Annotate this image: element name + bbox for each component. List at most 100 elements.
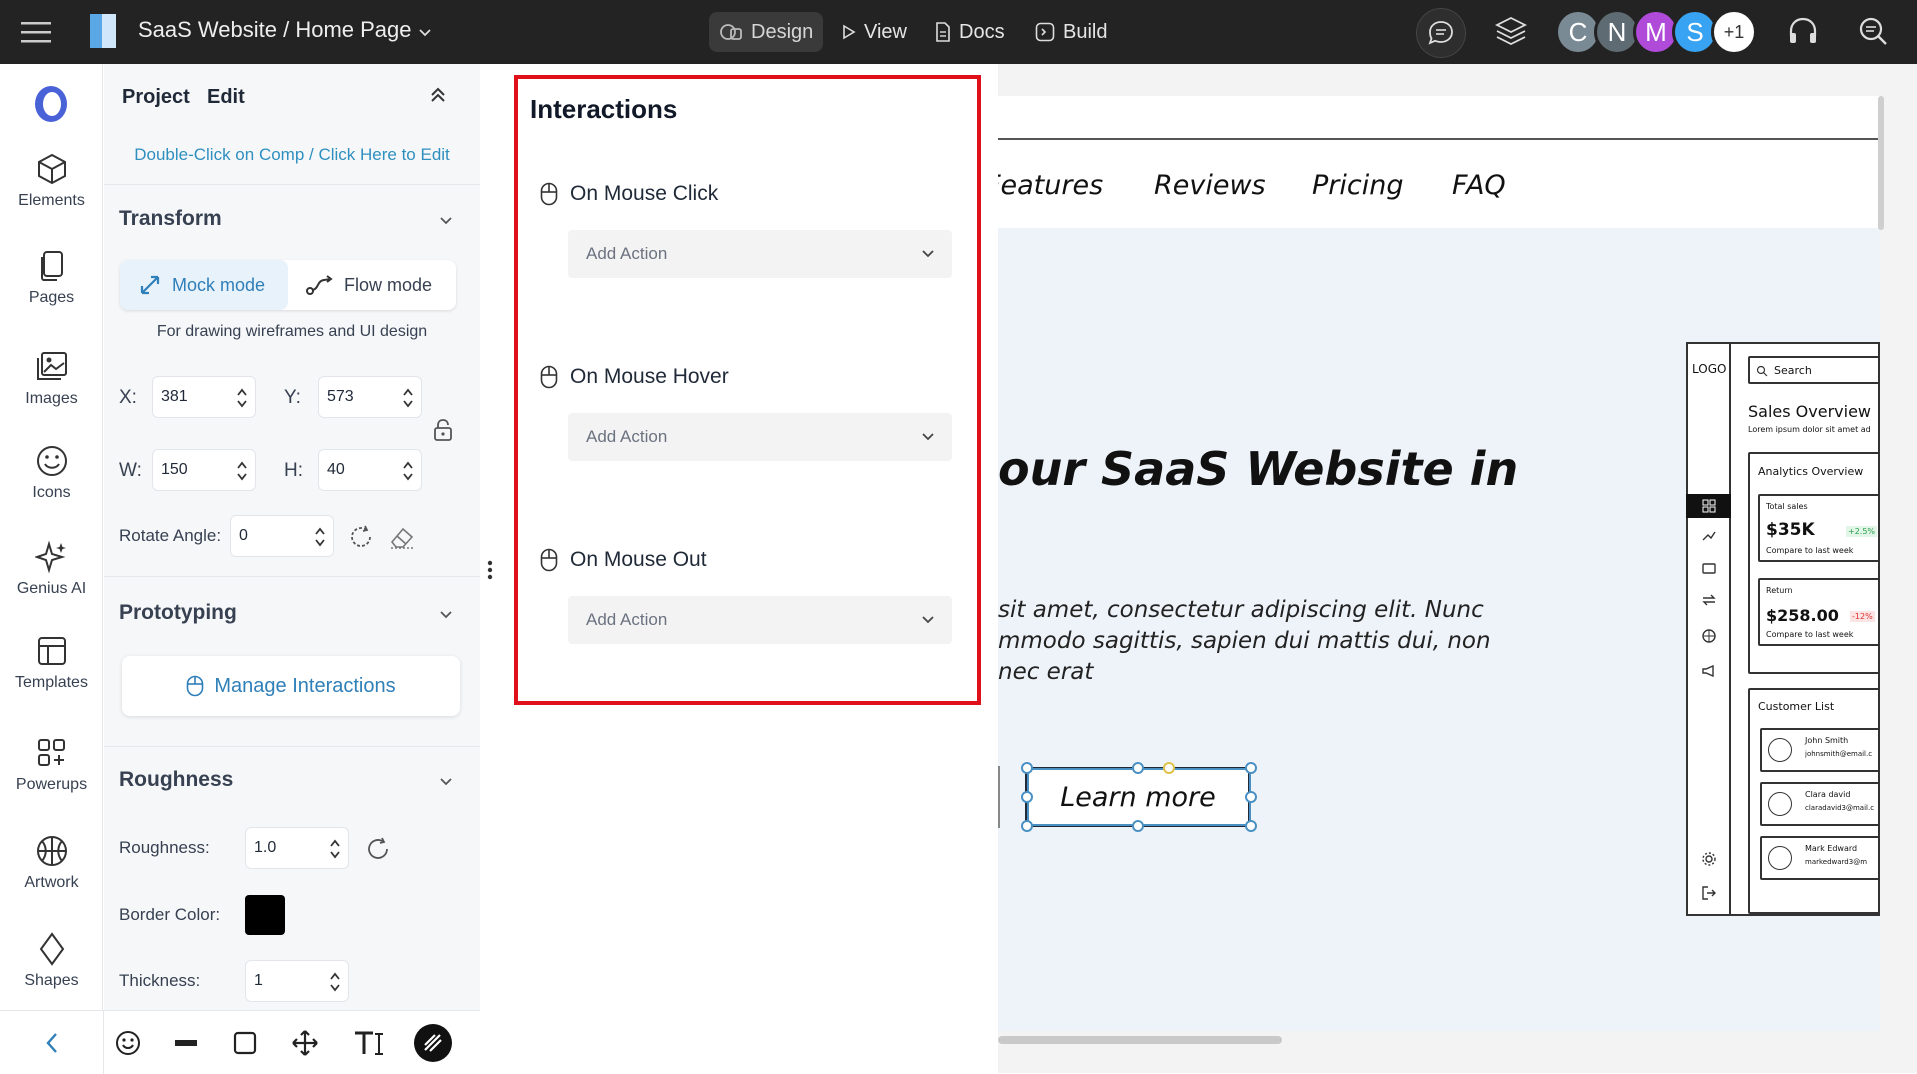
transform-title: Transform <box>119 207 222 230</box>
horizontal-scrollbar[interactable] <box>998 1036 1282 1044</box>
rail-genius-ai[interactable]: Genius AI <box>0 540 103 598</box>
roughness-title: Roughness <box>119 768 234 791</box>
hamburger-menu-icon[interactable] <box>20 18 52 46</box>
canvas-nav-faq[interactable]: FAQ <box>1452 170 1506 201</box>
top-bar: SaaS Website / Home Page Design View Doc… <box>0 0 1917 64</box>
document-icon <box>936 22 950 42</box>
line-tool-icon[interactable] <box>170 1027 202 1059</box>
vertical-scrollbar[interactable] <box>1878 96 1884 230</box>
dash-customer-name: Mark Edward <box>1805 844 1858 853</box>
rail-elements[interactable]: Elements <box>0 152 103 210</box>
add-action-select[interactable]: Add Action <box>568 230 952 278</box>
canvas-hero-title[interactable]: our SaaS Website in <box>998 442 1518 496</box>
mock-mode-button[interactable]: Mock mode <box>120 260 288 310</box>
avatar <box>1768 792 1792 816</box>
rotate-input[interactable]: 0 <box>230 515 334 557</box>
resize-handle[interactable] <box>1245 791 1257 803</box>
add-action-select[interactable]: Add Action <box>568 596 952 644</box>
manage-interactions-button[interactable]: Manage Interactions <box>122 656 460 716</box>
stepper-icon[interactable] <box>403 459 413 483</box>
canvas-nav-features[interactable]: Features <box>998 170 1103 201</box>
chevron-down-icon[interactable] <box>418 28 432 38</box>
stepper-icon[interactable] <box>237 386 247 410</box>
h-input[interactable]: 40 <box>318 449 422 491</box>
text-tool-icon[interactable] <box>352 1027 388 1059</box>
headphones-icon[interactable] <box>1786 14 1820 48</box>
add-action-select[interactable]: Add Action <box>568 413 952 461</box>
search-icon[interactable] <box>1856 14 1890 48</box>
resize-handle[interactable] <box>1132 820 1144 832</box>
project-title[interactable]: SaaS Website / Home Page <box>138 17 412 43</box>
layers-icon[interactable] <box>1494 14 1528 48</box>
add-action-placeholder: Add Action <box>586 427 668 446</box>
rail-icons[interactable]: Icons <box>0 444 103 502</box>
avatar-more-count[interactable]: +1 <box>1711 9 1757 55</box>
stepper-icon[interactable] <box>237 459 247 483</box>
eraser-icon[interactable] <box>388 524 416 550</box>
nav-build[interactable]: Build <box>1025 12 1117 52</box>
w-input[interactable]: 150 <box>152 449 256 491</box>
canvas-nav-pricing[interactable]: Pricing <box>1312 170 1403 201</box>
stepper-icon[interactable] <box>403 386 413 410</box>
rail-templates[interactable]: Templates <box>0 634 103 692</box>
move-tool-icon[interactable] <box>289 1027 321 1059</box>
collapse-up-icon[interactable] <box>430 86 446 104</box>
rail-artwork-label: Artwork <box>24 874 79 891</box>
sketch-style-icon[interactable] <box>414 1024 452 1062</box>
roughness-input[interactable]: 1.0 <box>245 827 349 869</box>
nav-view-label: View <box>864 20 907 43</box>
rail-icons-label: Icons <box>32 484 71 501</box>
panel-resize-handle-icon[interactable] <box>487 560 493 580</box>
resize-handle[interactable] <box>1021 820 1033 832</box>
tab-project[interactable]: Project <box>122 86 190 109</box>
chevron-down-icon[interactable] <box>438 606 454 622</box>
add-action-placeholder: Add Action <box>586 610 668 629</box>
canvas-nav-reviews[interactable]: Reviews <box>1154 170 1266 201</box>
stepper-icon[interactable] <box>330 970 340 994</box>
lock-icon[interactable] <box>433 418 453 442</box>
flow-mode-button[interactable]: Flow mode <box>288 260 456 310</box>
rail-artwork[interactable]: Artwork <box>0 834 103 892</box>
x-input[interactable]: 381 <box>152 376 256 418</box>
rectangle-tool-icon[interactable] <box>229 1027 261 1059</box>
globe-icon <box>1702 629 1716 643</box>
thickness-label: Thickness: <box>119 971 201 990</box>
interactions-title: Interactions <box>530 94 678 124</box>
chevron-left-icon[interactable] <box>36 1027 68 1059</box>
nav-design[interactable]: Design <box>709 12 824 52</box>
chevron-down-icon[interactable] <box>438 212 454 228</box>
comments-icon[interactable] <box>1416 8 1466 58</box>
thickness-input[interactable]: 1 <box>245 960 349 1002</box>
edit-hint-link[interactable]: Double-Click on Comp / Click Here to Edi… <box>104 145 480 165</box>
emoji-tool-icon[interactable] <box>112 1027 144 1059</box>
resize-handle[interactable] <box>1021 762 1033 774</box>
resize-handle[interactable] <box>1132 762 1144 774</box>
avatar-letter: S <box>1686 16 1704 47</box>
transfer-icon <box>1702 594 1716 606</box>
stepper-icon[interactable] <box>330 837 340 861</box>
nav-view[interactable]: View <box>832 12 917 52</box>
nav-docs[interactable]: Docs <box>925 12 1015 52</box>
rail-powerups[interactable]: Powerups <box>0 736 103 794</box>
rail-pages[interactable]: Pages <box>0 249 103 307</box>
dash-return-label: Return <box>1766 586 1793 595</box>
y-input[interactable]: 573 <box>318 376 422 418</box>
build-icon <box>1035 22 1055 42</box>
brand-logo-icon <box>32 84 70 124</box>
stepper-icon[interactable] <box>315 525 325 549</box>
resize-handle[interactable] <box>1245 762 1257 774</box>
rotate-reset-icon[interactable] <box>348 524 374 550</box>
roughness-reset-icon[interactable] <box>365 836 391 862</box>
tab-edit[interactable]: Edit <box>207 86 245 109</box>
chevron-down-icon[interactable] <box>438 773 454 789</box>
resize-handle[interactable] <box>1245 820 1257 832</box>
design-icon <box>720 24 742 40</box>
h-label: H: <box>284 460 303 481</box>
rail-images[interactable]: Images <box>0 350 103 408</box>
search-icon <box>1756 365 1768 377</box>
resize-handle[interactable] <box>1021 791 1033 803</box>
border-color-swatch[interactable] <box>245 895 285 935</box>
rotate-handle[interactable] <box>1163 762 1175 774</box>
chevron-down-icon <box>922 250 934 258</box>
rail-shapes[interactable]: Shapes <box>0 932 103 990</box>
